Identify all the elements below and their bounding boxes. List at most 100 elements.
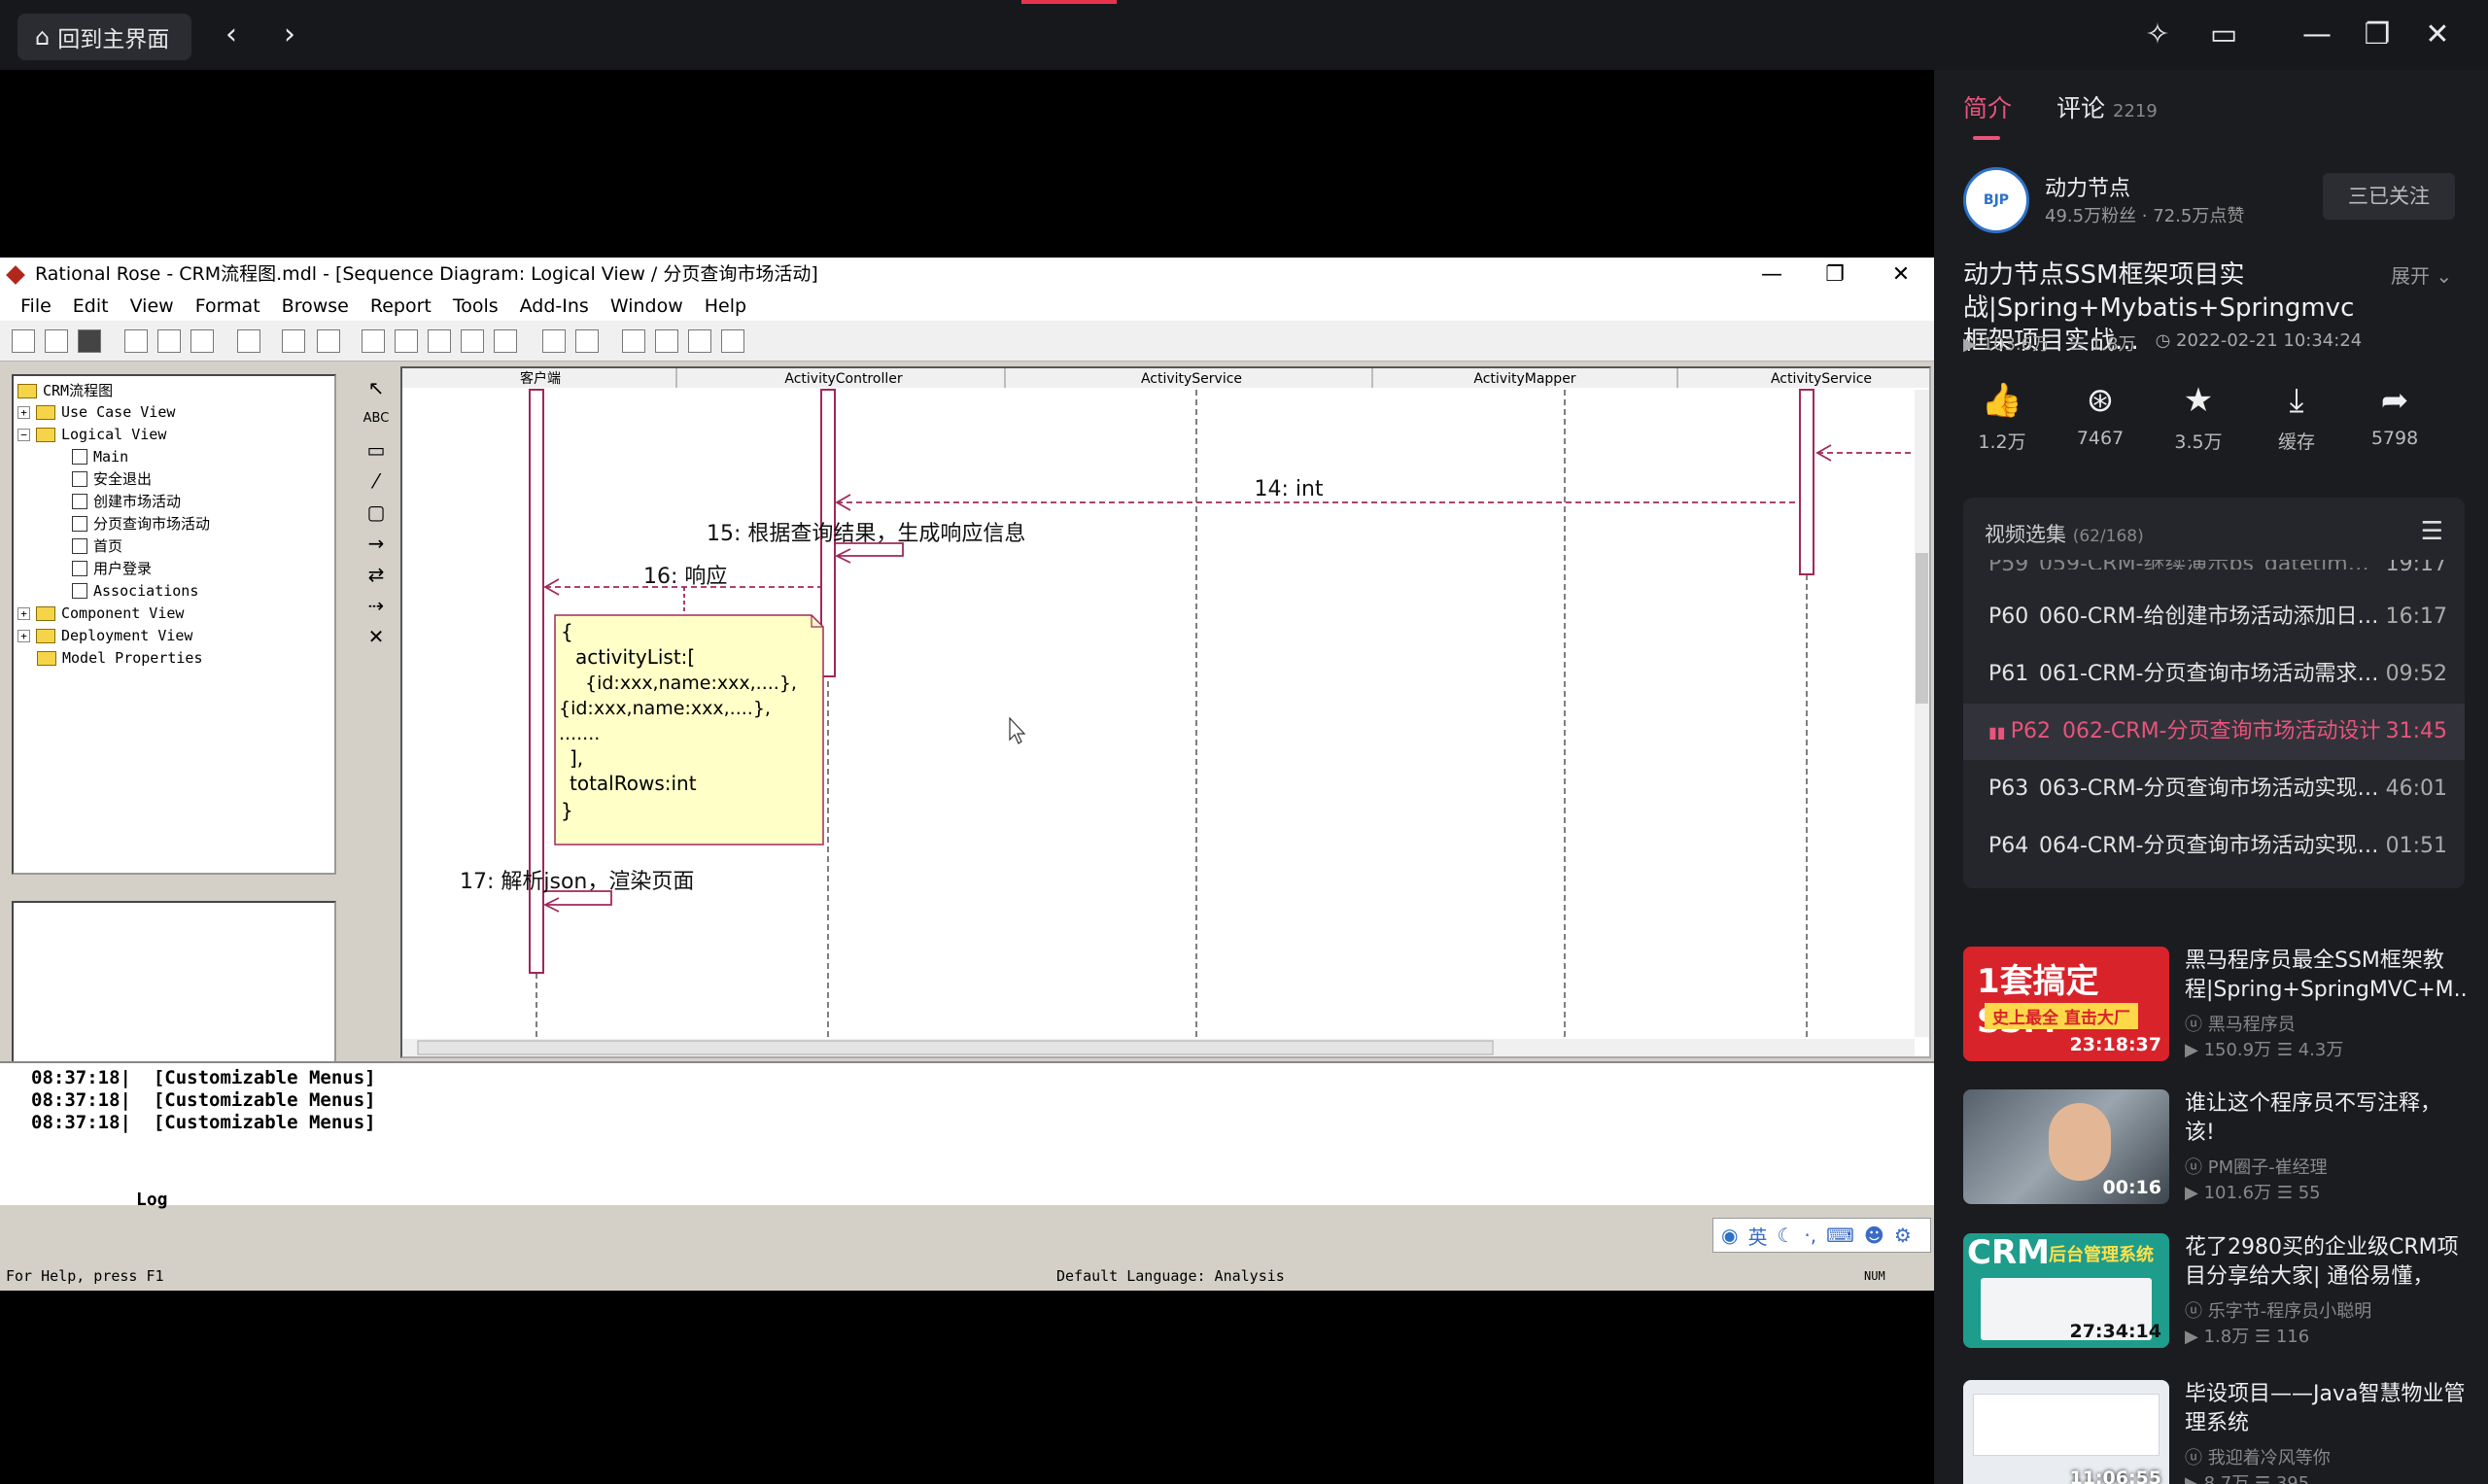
close-icon[interactable]: ✕	[2418, 16, 2457, 54]
tree-item-associations[interactable]: Associations	[72, 580, 198, 602]
favorite-button[interactable]: ★ 3.5万	[2160, 379, 2237, 454]
menu-addins[interactable]: Add-Ins	[509, 292, 600, 321]
rose-minimize-icon[interactable]: —	[1745, 258, 1799, 292]
rose-restore-icon[interactable]: ❐	[1808, 258, 1862, 292]
print-icon[interactable]	[237, 329, 260, 353]
rose-close-icon[interactable]: ✕	[1874, 258, 1928, 292]
message-15[interactable]: 15: 根据查询结果，生成响应信息	[707, 522, 1025, 546]
interaction-diagram-icon[interactable]	[395, 329, 418, 353]
minimize-icon[interactable]: —	[2298, 16, 2336, 54]
collapse-icon[interactable]: −	[17, 428, 30, 441]
cut-icon[interactable]	[124, 329, 148, 353]
message-14[interactable]: 14: int	[1254, 477, 1323, 501]
zoom-out-icon[interactable]	[655, 329, 678, 353]
zoom-in-icon[interactable]	[622, 329, 645, 353]
episode-item[interactable]: P64 064-CRM-分页查询市场活动实现查... 01:51	[1963, 818, 2465, 875]
tree-item-login[interactable]: 用户登录	[72, 558, 152, 579]
object-tool-icon[interactable]: ▢	[363, 499, 390, 526]
like-button[interactable]: 👍 1.2万	[1963, 379, 2041, 454]
text-tool-icon[interactable]: ABC	[363, 405, 390, 432]
tree-item-home[interactable]: 首页	[72, 535, 122, 557]
log-tab[interactable]: Log	[136, 1190, 168, 1210]
tree-item-page-query-activity[interactable]: 分页查询市场活动	[72, 513, 210, 535]
punctuation-icon[interactable]: ·,	[1804, 1224, 1816, 1247]
class-diagram-icon[interactable]	[362, 329, 385, 353]
open-icon[interactable]	[45, 329, 68, 353]
copy-icon[interactable]	[157, 329, 181, 353]
uploader-name[interactable]: 动力节点	[2045, 171, 2130, 202]
episode-item[interactable]: P60 060-CRM-给创建市场活动添加日历... 16:17	[1963, 589, 2465, 645]
state-diagram-icon[interactable]	[494, 329, 517, 353]
episode-item[interactable]: P63 063-CRM-分页查询市场活动实现查... 46:01	[1963, 761, 2465, 817]
expand-icon[interactable]: +	[17, 606, 30, 620]
mini-window-icon[interactable]: ▭	[2204, 16, 2243, 54]
episode-item-active[interactable]: ▮▮ P62 062-CRM-分页查询市场活动设计 31:45	[1963, 704, 2465, 760]
tab-comments[interactable]: 评论 2219	[2056, 89, 2158, 124]
menu-tools[interactable]: Tools	[442, 292, 509, 321]
return-message-icon[interactable]: ⇢	[363, 592, 390, 619]
anchor-tool-icon[interactable]: ⁄	[363, 467, 390, 495]
tree-item-deployment-view[interactable]: + Deployment View	[17, 625, 192, 646]
note-tool-icon[interactable]: ▭	[363, 436, 390, 464]
expand-icon[interactable]: +	[17, 629, 30, 642]
recommended-video[interactable]: 00:16 谁让这个程序员不写注释，该! ⓤ PM圈子-崔经理 ▶ 101.6万…	[1963, 1089, 2465, 1206]
component-diagram-icon[interactable]	[428, 329, 451, 353]
context-help-icon[interactable]	[282, 329, 305, 353]
paste-icon[interactable]	[190, 329, 214, 353]
tree-item-root[interactable]: CRM流程图	[17, 380, 113, 401]
recommended-video[interactable]: CRM 后台管理系统 27:34:14 花了2980买的企业级CRM项目分享给大…	[1963, 1233, 2465, 1350]
vertical-scroll-thumb[interactable]	[1916, 553, 1928, 704]
menu-file[interactable]: File	[10, 292, 62, 321]
tree-item-logical-view[interactable]: − Logical View	[17, 424, 166, 445]
vertical-scrollbar[interactable]	[1915, 390, 1929, 1037]
recommended-video[interactable]: 1套搞定SSM 史上最全 直击大厂 23:18:37 黑马程序员最全SSM框架教…	[1963, 947, 2467, 1063]
menu-help[interactable]: Help	[694, 292, 757, 321]
settings-icon[interactable]: ⚙	[1894, 1224, 1912, 1247]
pin-icon[interactable]: ✧	[2138, 16, 2177, 54]
tree-item-model-properties[interactable]: Model Properties	[37, 647, 203, 669]
destruction-marker-icon[interactable]: ✕	[363, 623, 390, 650]
menu-view[interactable]: View	[120, 292, 185, 321]
fit-window-icon[interactable]	[688, 329, 711, 353]
ime-language[interactable]: 英	[1747, 1222, 1767, 1250]
message-16[interactable]: 16: 响应	[643, 565, 727, 589]
list-view-icon[interactable]: ☰	[2421, 517, 2443, 546]
tree-item-create-activity[interactable]: 创建市场活动	[72, 491, 181, 512]
save-icon[interactable]	[78, 329, 101, 353]
horizontal-scroll-thumb[interactable]	[417, 1040, 1494, 1055]
deployment-diagram-icon[interactable]	[461, 329, 484, 353]
follow-button[interactable]: 三已关注	[2323, 173, 2455, 220]
moon-icon[interactable]: ☾	[1777, 1224, 1794, 1247]
tree-item-main[interactable]: Main	[72, 446, 128, 467]
documentation-pane[interactable]	[12, 901, 336, 1064]
menu-window[interactable]: Window	[600, 292, 694, 321]
menu-report[interactable]: Report	[360, 292, 442, 321]
self-message-icon[interactable]: ⇄	[363, 561, 390, 588]
tab-intro[interactable]: 简介	[1963, 89, 2012, 124]
sequence-diagram-canvas[interactable]: 客户端 ActivityController ActivityService A…	[400, 366, 1931, 1058]
expand-icon[interactable]: +	[17, 405, 30, 419]
home-button[interactable]: ⌂ 回到主界面	[17, 14, 191, 60]
view-doc-icon[interactable]	[317, 329, 340, 353]
new-icon[interactable]	[12, 329, 35, 353]
episode-item[interactable]: P59 059-CRM-继续演示bs_datetimepic... 19:17	[1963, 560, 2465, 581]
forward-icon[interactable]: ›	[272, 17, 307, 52]
expand-button[interactable]: 展开 ⌄	[2391, 260, 2452, 289]
tree-item-component-view[interactable]: + Component View	[17, 603, 184, 624]
message-17[interactable]: 17: 解析json，渲染页面	[460, 870, 694, 894]
back-icon[interactable]: ‹	[214, 17, 249, 52]
menu-format[interactable]: Format	[185, 292, 271, 321]
message-tool-icon[interactable]: →	[363, 530, 390, 557]
browse-parent-icon[interactable]	[542, 329, 566, 353]
cache-button[interactable]: ⤓ 缓存	[2258, 379, 2335, 454]
coin-button[interactable]: ⊛ 7467	[2061, 379, 2139, 449]
keyboard-icon[interactable]: ⌨	[1826, 1224, 1854, 1247]
episode-item[interactable]: P61 061-CRM-分页查询市场活动需求分析 09:52	[1963, 646, 2465, 703]
json-note[interactable]: { activityList:[ {id:xxx,name:xxx,....},…	[554, 614, 824, 846]
menu-browse[interactable]: Browse	[271, 292, 360, 321]
tree-item-use-case-view[interactable]: + Use Case View	[17, 401, 175, 423]
browse-previous-icon[interactable]	[575, 329, 599, 353]
selector-icon[interactable]: ↖	[363, 374, 390, 401]
undo-fit-icon[interactable]	[721, 329, 744, 353]
recommended-video[interactable]: 11:06:55 毕设项目——Java智慧物业管理系统（SpringBoot(S…	[1963, 1380, 2465, 1484]
